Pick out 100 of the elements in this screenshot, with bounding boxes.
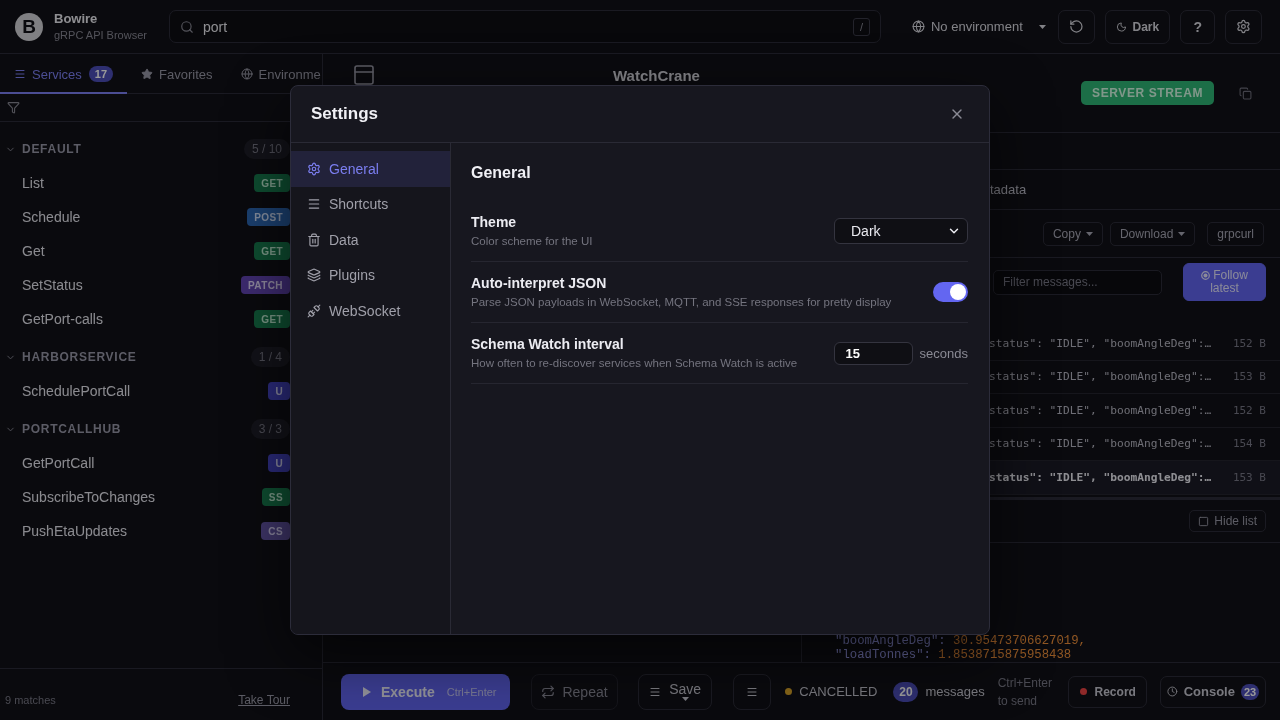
- help-button[interactable]: ?: [1180, 9, 1216, 44]
- copy-icon[interactable]: [1239, 86, 1252, 100]
- setting-label: Auto-interpret JSON: [471, 274, 608, 292]
- setting-label: Schema Watch interval: [471, 335, 625, 353]
- method-badge: GET: [254, 174, 290, 192]
- message-size: 153 B: [1232, 470, 1266, 484]
- service-method-name[interactable]: Schedule: [22, 209, 81, 225]
- list-icon: [307, 197, 321, 212]
- repeat-icon: [541, 684, 556, 699]
- settings-icon: [1236, 19, 1251, 34]
- settings-icon: [307, 161, 321, 176]
- action-button[interactable]: grpcurl: [1207, 221, 1264, 246]
- logo: B: [15, 12, 43, 41]
- execute-button[interactable]: Execute Ctrl+Enter: [341, 673, 510, 710]
- filter-icon[interactable]: [7, 101, 20, 114]
- method-badge: CS: [261, 522, 290, 540]
- message-size: 154 B: [1232, 437, 1266, 451]
- method-badge: U: [268, 454, 290, 472]
- group-title: DEFAULT: [22, 142, 82, 156]
- message-preview: status": "IDLE", "boomAngleDeg":…: [989, 470, 1212, 484]
- rotate-icon: [1068, 19, 1084, 34]
- stream-type-badge: SERVER STREAM: [1081, 81, 1214, 105]
- code-line: "boomAngleDeg": 30.95473706627019,: [835, 635, 1087, 649]
- method-badge: U: [268, 382, 290, 400]
- play-icon: [363, 686, 371, 697]
- panel-icon: [352, 63, 376, 87]
- status-label: CANCELLED: [799, 684, 878, 699]
- moon-icon: [1115, 19, 1127, 34]
- layers-icon: [307, 268, 321, 283]
- settings-button[interactable]: [1225, 9, 1262, 44]
- number-field[interactable]: 15: [833, 341, 913, 365]
- message-count-badge: 20: [893, 681, 919, 702]
- message-preview: status": "IDLE", "boomAngleDeg":…: [989, 370, 1212, 384]
- settings-nav-item[interactable]: General: [291, 151, 450, 187]
- message-size: 152 B: [1232, 336, 1266, 350]
- service-method-name[interactable]: GetPort-calls: [22, 311, 103, 327]
- star-icon: [141, 68, 154, 80]
- save-button[interactable]: Save: [638, 673, 712, 710]
- method-title: WatchCrane: [613, 66, 700, 84]
- settings-nav-item[interactable]: Shortcuts: [291, 186, 450, 222]
- caret-icon: [681, 697, 689, 701]
- search-icon: [180, 19, 194, 34]
- service-method-name[interactable]: SchedulePortCall: [22, 383, 131, 399]
- radio-dot-icon: [1201, 271, 1211, 280]
- method-badge: PATCH: [241, 276, 290, 294]
- service-method-name[interactable]: SubscribeToChanges: [22, 489, 156, 505]
- trash-icon: [307, 232, 321, 247]
- globe-icon: [240, 68, 253, 80]
- app-name: Bowire: [54, 11, 99, 26]
- service-method-name[interactable]: SetStatus: [22, 277, 83, 293]
- settings-nav-item[interactable]: WebSocket: [291, 293, 450, 329]
- service-method-name[interactable]: GetPortCall: [22, 455, 95, 471]
- sidebar-tab[interactable]: Services 17: [0, 54, 128, 94]
- environment-selector[interactable]: No environment: [911, 11, 1046, 42]
- setting-description: Parse JSON payloads in WebSocket, MQTT, and SSE responses for pretty display: [471, 295, 893, 310]
- app-tagline: gRPC API Browser: [54, 29, 148, 42]
- setting-label: Theme: [471, 213, 518, 231]
- match-count: 9 matches: [5, 693, 56, 706]
- list-icon: [14, 68, 26, 80]
- theme-select[interactable]: Dark: [834, 218, 968, 244]
- action-button[interactable]: Copy: [1042, 221, 1103, 246]
- globe-icon: [911, 20, 925, 33]
- console-button[interactable]: Console 23: [1160, 675, 1266, 708]
- message-preview: status": "IDLE", "boomAngleDeg":…: [989, 336, 1212, 350]
- plug-icon: [307, 303, 321, 318]
- message-size: 153 B: [1232, 370, 1266, 384]
- list-button[interactable]: [733, 673, 772, 710]
- unit-label: seconds: [919, 345, 968, 361]
- sidebar-tab[interactable]: Favorites: [127, 54, 227, 94]
- take-tour-link[interactable]: Take Tour: [238, 692, 290, 707]
- method-badge: SS: [261, 488, 290, 506]
- record-button[interactable]: Record: [1068, 675, 1147, 708]
- method-badge: GET: [254, 242, 290, 260]
- service-method-name[interactable]: Get: [22, 243, 45, 259]
- theme-toggle-button[interactable]: Dark: [1104, 9, 1171, 44]
- follow-latest-button[interactable]: Follow latest: [1183, 263, 1266, 301]
- setting-description: Color scheme for the UI: [471, 234, 594, 249]
- section-title: General: [471, 163, 532, 183]
- record-dot-icon: [1079, 688, 1087, 695]
- method-badge: POST: [247, 208, 290, 226]
- messages-label: messages: [925, 684, 985, 699]
- square-icon: [1198, 515, 1210, 527]
- setting-description: How often to re-discover services when Schema Watch is active: [471, 356, 799, 371]
- settings-nav-item[interactable]: Plugins: [291, 257, 450, 293]
- action-button[interactable]: Download: [1109, 221, 1196, 246]
- clock-icon: [1167, 685, 1178, 698]
- search-field[interactable]: port /: [169, 10, 881, 43]
- hide-list-button[interactable]: Hide list: [1189, 510, 1266, 532]
- method-badge: GET: [254, 310, 290, 328]
- count-badge: 23: [1240, 683, 1259, 700]
- tab-label[interactable]: tadata: [990, 182, 1027, 197]
- shortcut-hint: Ctrl+Enter: [446, 685, 497, 698]
- group-title: HARBORSERVICE: [22, 350, 137, 364]
- caret-icon: [1038, 24, 1046, 29]
- settings-nav-item[interactable]: Data: [291, 222, 450, 258]
- service-method-name[interactable]: PushEtaUpdates: [22, 523, 128, 539]
- toggle-switch[interactable]: [933, 282, 968, 302]
- service-method-name[interactable]: List: [22, 175, 44, 191]
- reset-button[interactable]: [1057, 9, 1095, 44]
- sidebar-tab[interactable]: Environme: [226, 54, 322, 94]
